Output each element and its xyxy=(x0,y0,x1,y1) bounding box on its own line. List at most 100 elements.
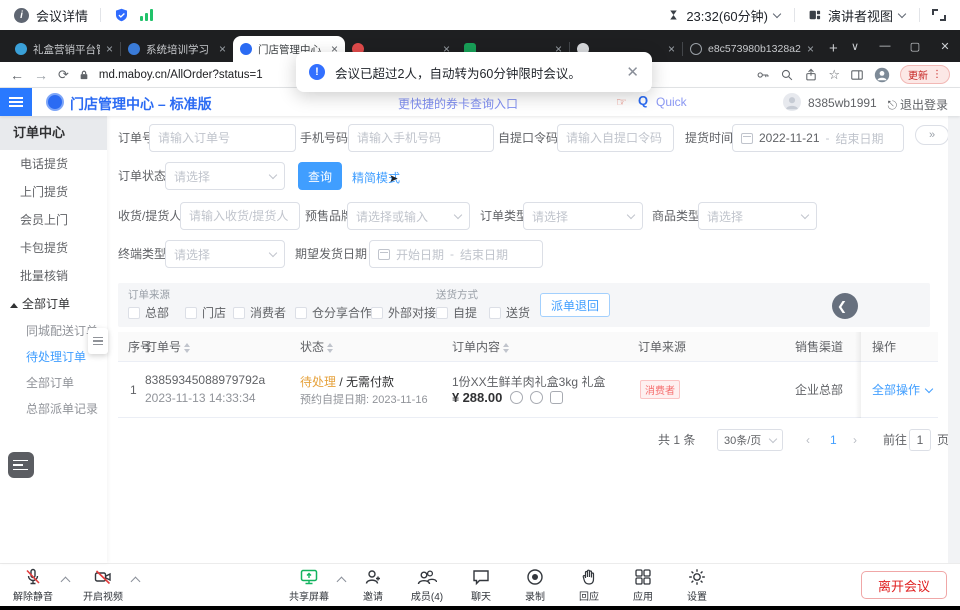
order-no-input[interactable] xyxy=(149,124,296,152)
start-video-button[interactable]: 开启视频 xyxy=(76,567,130,603)
sidebar-subitem-hq-dispatch-records[interactable]: 总部派单记录 xyxy=(0,396,107,422)
profile-avatar-icon[interactable] xyxy=(874,67,890,83)
coupon-query-link[interactable]: 更快捷的券卡查询入口 xyxy=(398,95,518,112)
checkbox-icon[interactable] xyxy=(233,307,245,319)
sidebar-item-member-visit[interactable]: 会员上门 xyxy=(0,206,107,234)
logout-button[interactable]: ⎋退出登录 xyxy=(887,96,948,113)
zoom-icon[interactable] xyxy=(780,68,794,82)
security-shield-icon[interactable] xyxy=(113,7,130,24)
sidebar-subitem-all-orders[interactable]: 全部订单 xyxy=(0,370,107,396)
chat-button[interactable]: 聊天 xyxy=(454,567,508,603)
checkbox-self-pickup[interactable]: 自提 xyxy=(436,304,477,321)
col-order-no[interactable]: 订单号 xyxy=(145,332,190,362)
row-actions[interactable]: 全部操作 xyxy=(872,381,932,398)
sidebar-item-all-orders[interactable]: 全部订单 xyxy=(0,290,107,318)
checkbox-store[interactable]: 门店 xyxy=(185,304,226,321)
sort-icon[interactable] xyxy=(184,343,190,353)
minimize-icon[interactable]: — xyxy=(870,40,900,52)
current-page[interactable]: 1 xyxy=(830,428,837,452)
maximize-icon[interactable]: ▢ xyxy=(900,40,930,53)
quick-search-label[interactable]: Quick xyxy=(656,95,687,109)
phone-input[interactable] xyxy=(348,124,494,152)
package-badge-icon[interactable] xyxy=(530,391,543,404)
tab-close-icon[interactable]: × xyxy=(219,42,226,56)
invite-button[interactable]: 邀请 xyxy=(346,567,400,603)
search-button[interactable]: 查询 xyxy=(298,162,342,190)
leave-meeting-button[interactable]: 离开会议 xyxy=(861,571,947,599)
tab-search-icon[interactable]: ∨ xyxy=(840,40,870,53)
expand-panel-button[interactable]: ❮ xyxy=(832,293,858,319)
page-size-select[interactable]: 30条/页 xyxy=(717,429,783,451)
sidebar-item-door-pickup[interactable]: 上门提货 xyxy=(0,178,107,206)
col-content[interactable]: 订单内容 xyxy=(452,332,509,362)
checkbox-icon[interactable] xyxy=(371,307,383,319)
back-icon[interactable]: ← xyxy=(10,67,24,83)
view-dropdown-icon[interactable] xyxy=(898,10,906,18)
fullscreen-icon[interactable] xyxy=(932,9,946,21)
notification-close-icon[interactable]: ✕ xyxy=(626,63,639,81)
sidebar-item-phone-pickup[interactable]: 电话提货 xyxy=(0,150,107,178)
ship-date-range[interactable]: 开始日期 - 结束日期 xyxy=(369,240,543,268)
update-chip[interactable]: 更新 ⋮ xyxy=(900,65,950,84)
pickup-code-input[interactable] xyxy=(557,124,674,152)
share-icon[interactable] xyxy=(804,68,818,82)
share-screen-button[interactable]: 共享屏幕 xyxy=(282,567,336,603)
next-page-button[interactable]: › xyxy=(853,428,857,452)
checkbox-icon[interactable] xyxy=(489,307,501,319)
quick-search-icon[interactable]: Q xyxy=(638,93,648,108)
record-button[interactable]: 录制 xyxy=(508,567,562,603)
floating-list-button[interactable] xyxy=(8,452,34,478)
sort-icon[interactable] xyxy=(327,343,333,353)
unmute-button[interactable]: 解除静音 xyxy=(6,567,60,603)
timer-dropdown-icon[interactable] xyxy=(773,10,781,18)
sort-icon[interactable] xyxy=(503,343,509,353)
meeting-info-icon[interactable]: i xyxy=(14,8,29,23)
sidebar-item-batch-verify[interactable]: 批量核销 xyxy=(0,262,107,290)
apps-button[interactable]: 应用 xyxy=(616,567,670,603)
side-panel-icon[interactable] xyxy=(850,68,864,82)
pickup-time-range[interactable]: 2022-11-21 - 结束日期 xyxy=(732,124,904,152)
page-scrollbar[interactable] xyxy=(948,116,960,563)
view-mode-label[interactable]: 演讲者视图 xyxy=(828,6,893,25)
username-label[interactable]: 8385wb1991 xyxy=(808,96,877,110)
checkbox-warehouse-share[interactable]: 仓分享合作 xyxy=(295,304,372,321)
prev-page-button[interactable]: ‹ xyxy=(806,428,810,452)
presale-brand-select[interactable]: 请选择或输入 xyxy=(347,202,470,230)
meeting-details-label[interactable]: 会议详情 xyxy=(36,6,88,25)
members-button[interactable]: 成员(4) xyxy=(400,567,454,603)
order-type-select[interactable]: 请选择 xyxy=(523,202,643,230)
dispatch-return-button[interactable]: 派单退回 xyxy=(540,293,610,317)
mobile-badge-icon[interactable] xyxy=(550,391,563,404)
checkbox-icon[interactable] xyxy=(436,307,448,319)
meeting-timer[interactable]: 23:32(60分钟) xyxy=(686,6,768,25)
goto-page-input[interactable]: 1 xyxy=(909,429,931,451)
forward-icon[interactable]: → xyxy=(34,67,48,83)
gift-badge-icon[interactable] xyxy=(510,391,523,404)
checkbox-icon[interactable] xyxy=(185,307,197,319)
checkbox-external[interactable]: 外部对接 xyxy=(371,304,436,321)
reaction-button[interactable]: 回应 xyxy=(562,567,616,603)
checkbox-icon[interactable] xyxy=(128,307,140,319)
network-signal-icon[interactable] xyxy=(140,9,153,21)
share-options-chevron-icon[interactable] xyxy=(337,577,347,587)
settings-button[interactable]: 设置 xyxy=(670,567,724,603)
user-avatar[interactable] xyxy=(783,93,801,111)
browser-tab-1[interactable]: 礼盒营销平台管理中心 × xyxy=(8,36,120,62)
close-window-icon[interactable]: ✕ xyxy=(930,40,960,53)
video-options-chevron-icon[interactable] xyxy=(131,577,141,587)
terminal-type-select[interactable]: 请选择 xyxy=(165,240,285,268)
receiver-input[interactable] xyxy=(180,202,300,230)
sidebar-drag-handle[interactable] xyxy=(88,328,108,354)
goods-type-select[interactable]: 请选择 xyxy=(698,202,817,230)
reload-icon[interactable]: ⟳ xyxy=(58,67,69,83)
sidebar-item-card-pickup[interactable]: 卡包提货 xyxy=(0,234,107,262)
bookmark-star-icon[interactable]: ☆ xyxy=(828,67,840,83)
browser-tab-7[interactable]: e8c573980b1328a258fd2e61 × xyxy=(683,36,821,62)
checkbox-delivery[interactable]: 送货 xyxy=(489,304,530,321)
order-status-select[interactable]: 请选择 xyxy=(165,162,285,190)
order-no-value[interactable]: 83859345088979792a xyxy=(145,373,265,387)
checkbox-consumer[interactable]: 消费者 xyxy=(233,304,286,321)
more-menu-icon[interactable]: ⋮ xyxy=(932,69,942,80)
checkbox-hq[interactable]: 总部 xyxy=(128,304,169,321)
tab-close-icon[interactable]: × xyxy=(668,42,675,56)
